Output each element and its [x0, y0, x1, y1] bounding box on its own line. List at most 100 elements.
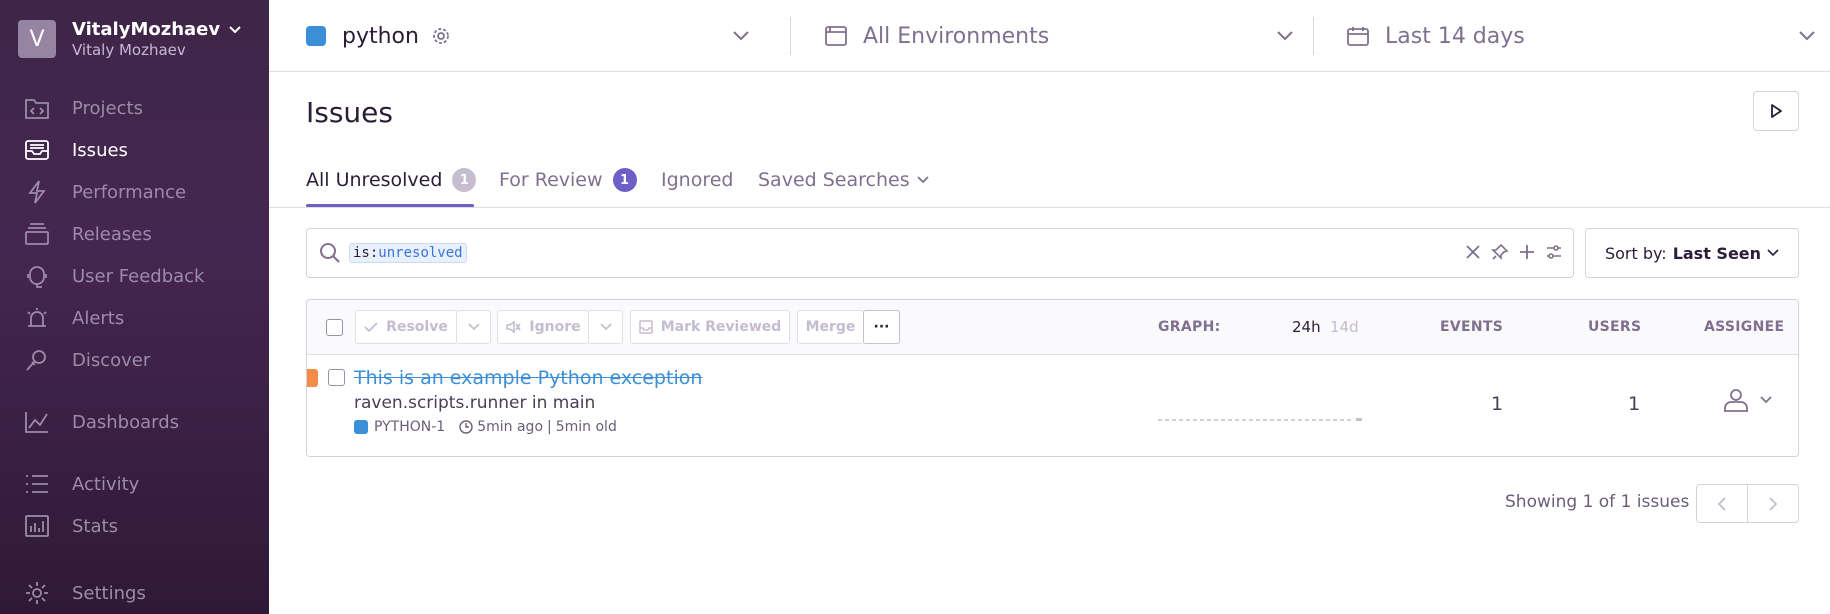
org-avatar: V [18, 20, 56, 58]
issue-events-count: 1 [1491, 393, 1504, 415]
sidebar-item-settings[interactable]: Settings [22, 575, 262, 611]
graph-column-header: GRAPH: [1158, 319, 1221, 335]
search-token[interactable]: is:unresolved [349, 243, 467, 263]
sidebar-item-performance[interactable]: Performance [22, 174, 262, 210]
environment-label: All Environments [863, 23, 1050, 49]
tab-label: For Review [499, 169, 603, 191]
settings-icon [22, 578, 52, 608]
issue-last-seen: 5min ago [477, 419, 544, 435]
org-user-name: Vitaly Mozhaev [72, 41, 186, 59]
chevron-right-icon [1769, 496, 1778, 511]
issue-short-id[interactable]: PYTHON-1 [374, 419, 445, 435]
sidebar-item-label: Releases [72, 223, 152, 245]
python-platform-icon [306, 26, 326, 46]
releases-icon [22, 219, 52, 249]
sidebar-item-dashboards[interactable]: Dashboards [22, 404, 262, 440]
mute-icon [506, 320, 522, 334]
graph-24h-toggle[interactable]: 24h [1292, 318, 1321, 336]
sidebar-item-discover[interactable]: Discover [22, 342, 262, 378]
sidebar-item-user-feedback[interactable]: User Feedback [22, 258, 262, 294]
activity-icon [22, 469, 52, 499]
sidebar-item-activity[interactable]: Activity [22, 466, 262, 502]
resolve-dropdown-button[interactable] [456, 310, 491, 344]
tab-for-review[interactable]: For Review 1 [499, 162, 637, 208]
search-icon [320, 243, 340, 263]
count-badge: 1 [452, 168, 477, 192]
next-page-button[interactable] [1748, 485, 1798, 522]
sidebar: V VitalyMozhaev Vitaly Mozhaev Projects … [0, 0, 269, 614]
realtime-play-button[interactable] [1753, 91, 1799, 131]
divider [269, 207, 1830, 208]
sliders-icon[interactable] [1545, 243, 1563, 261]
close-icon[interactable] [1464, 243, 1482, 261]
issue-title-link[interactable]: This is an example Python exception [354, 367, 702, 389]
sidebar-item-label: Alerts [72, 307, 125, 329]
tab-all-unresolved[interactable]: All Unresolved 1 [306, 162, 477, 208]
environment-selector[interactable]: All Environments [825, 0, 1295, 72]
sidebar-item-label: Stats [72, 515, 118, 537]
chevron-down-icon [1760, 396, 1772, 404]
select-all-checkbox[interactable] [326, 319, 343, 336]
divider [790, 17, 791, 55]
sort-value: Last Seen [1672, 243, 1762, 263]
mark-reviewed-button[interactable]: Mark Reviewed [630, 310, 790, 344]
sidebar-item-alerts[interactable]: Alerts [22, 300, 262, 336]
more-actions-button[interactable]: ··· [863, 310, 900, 344]
window-icon [825, 26, 847, 46]
pagination-caption: Showing 1 of 1 issues [1505, 492, 1690, 512]
tab-label: Ignored [661, 169, 734, 191]
sidebar-item-label: Issues [72, 139, 128, 161]
pin-icon[interactable] [1491, 243, 1509, 261]
plus-icon[interactable] [1518, 243, 1536, 261]
level-indicator [307, 369, 318, 387]
gear-icon[interactable] [431, 26, 451, 46]
ignore-dropdown-button[interactable] [588, 310, 623, 344]
sidebar-item-projects[interactable]: Projects [22, 90, 262, 126]
graph-14d-toggle[interactable]: 14d [1330, 318, 1359, 336]
project-selector[interactable]: python [306, 0, 751, 72]
button-label: Mark Reviewed [660, 319, 782, 335]
table-header: Resolve Ignore Mark Reviewed Merge ··· G… [307, 300, 1798, 355]
divider [1313, 17, 1314, 55]
assignee-selector[interactable] [1723, 387, 1773, 413]
sidebar-item-label: Settings [72, 582, 146, 604]
tab-saved-searches[interactable]: Saved Searches [758, 162, 930, 208]
sidebar-item-releases[interactable]: Releases [22, 216, 262, 252]
row-checkbox[interactable] [328, 369, 345, 386]
projects-icon [22, 93, 52, 123]
checkmark-icon [364, 322, 378, 333]
sort-prefix: Sort by: [1604, 243, 1667, 263]
search-bar[interactable]: is:unresolved [306, 228, 1574, 278]
chevron-down-icon [1277, 31, 1293, 41]
users-column-header: USERS [1588, 319, 1642, 335]
org-name: VitalyMozhaev [72, 19, 221, 40]
table-row[interactable]: This is an example Python exception rave… [307, 355, 1798, 456]
calendar-icon [1347, 27, 1369, 46]
play-icon [1771, 104, 1782, 118]
user-feedback-icon [22, 261, 52, 291]
tab-label: Saved Searches [758, 169, 910, 191]
clock-icon [459, 420, 473, 434]
sidebar-item-issues[interactable]: Issues [22, 132, 262, 168]
sidebar-item-stats[interactable]: Stats [22, 508, 262, 544]
ignore-button[interactable]: Ignore [497, 310, 589, 344]
meta-separator: | [547, 419, 552, 435]
sort-dropdown[interactable]: Sort by: Last Seen [1585, 228, 1799, 278]
merge-button[interactable]: Merge [797, 310, 864, 344]
button-label: Ignore [529, 319, 581, 335]
date-range-selector[interactable]: Last 14 days [1347, 0, 1817, 72]
issue-meta: PYTHON-1 5min ago | 5min old [354, 419, 617, 435]
events-column-header: EVENTS [1440, 319, 1504, 335]
chevron-down-icon [229, 26, 241, 34]
tab-ignored[interactable]: Ignored [661, 162, 733, 208]
issue-age: 5min old [555, 419, 617, 435]
search-token-value: unresolved [378, 245, 463, 261]
resolve-button[interactable]: Resolve [355, 310, 457, 344]
performance-icon [22, 177, 52, 207]
previous-page-button[interactable] [1697, 485, 1748, 522]
sidebar-item-label: User Feedback [72, 265, 205, 287]
org-switcher[interactable]: V VitalyMozhaev Vitaly Mozhaev [18, 19, 242, 59]
button-label: Resolve [386, 319, 448, 335]
tab-label: All Unresolved [306, 169, 443, 191]
stats-icon [22, 511, 52, 541]
